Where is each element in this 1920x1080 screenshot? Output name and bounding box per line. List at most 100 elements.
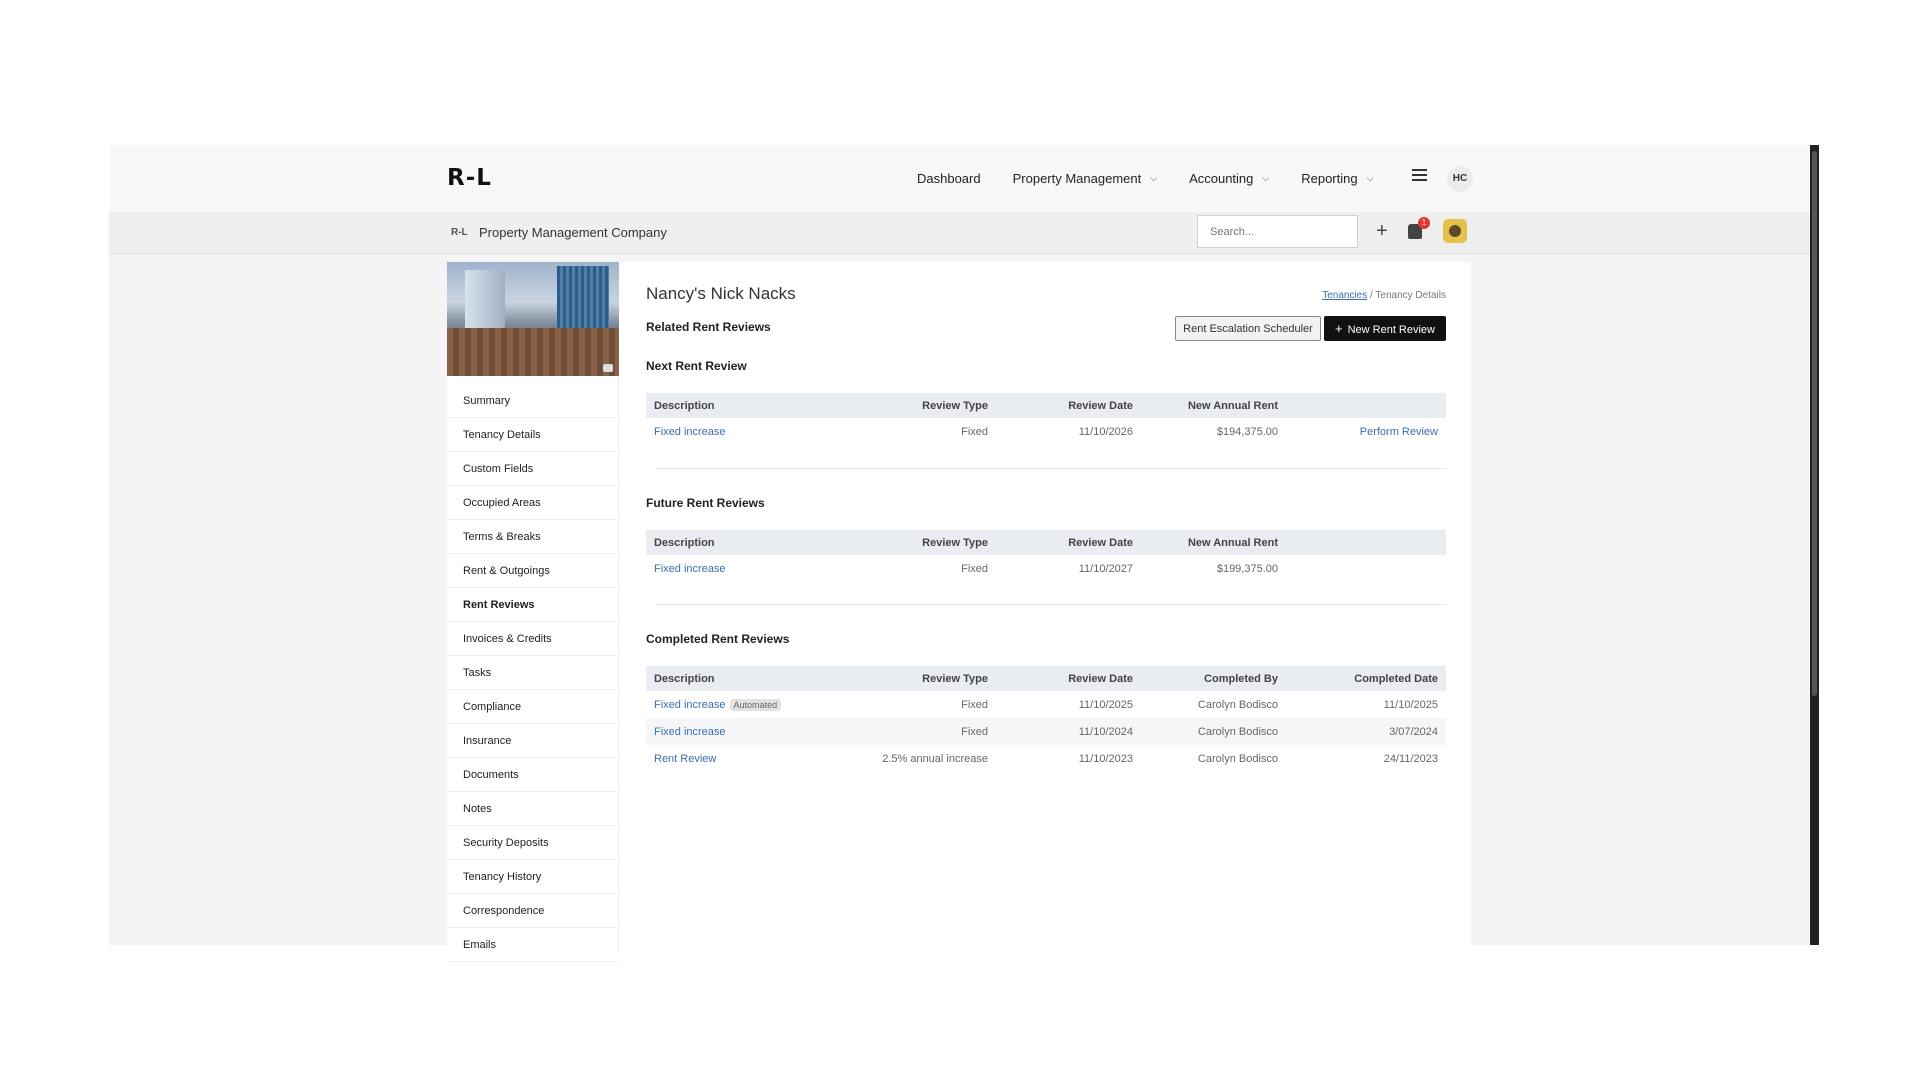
- review-description-link[interactable]: Rent Review: [654, 753, 716, 765]
- main-nav: Dashboard Property Management ⌵ Accountin…: [917, 145, 1405, 212]
- column-header: Description: [646, 530, 846, 555]
- new-annual-rent: $199,375.00: [1216, 562, 1278, 575]
- nav-property-management-label: Property Management: [1012, 171, 1142, 186]
- review-description-link[interactable]: Fixed increase: [654, 563, 726, 575]
- sidebar-item-tenancy-history[interactable]: Tenancy History: [447, 860, 618, 894]
- page-scrollbar[interactable]: [1810, 145, 1819, 945]
- sidebar-item-insurance[interactable]: Insurance: [447, 724, 618, 758]
- column-header: Review Type: [846, 393, 996, 418]
- column-header: New Annual Rent: [1141, 530, 1286, 555]
- sidebar-item-correspondence[interactable]: Correspondence: [447, 894, 618, 928]
- nav-property-management[interactable]: Property Management ⌵: [1013, 171, 1157, 186]
- breadcrumb: Tenancies / Tenancy Details: [1322, 290, 1446, 301]
- sidebar-item-documents[interactable]: Documents: [447, 758, 618, 792]
- review-description-link[interactable]: Fixed increase: [654, 699, 726, 711]
- app-logo[interactable]: R-L: [447, 165, 492, 191]
- camera-icon[interactable]: [603, 364, 613, 372]
- nav-dashboard-label: Dashboard: [917, 171, 981, 186]
- completed-by: Carolyn Bodisco: [1197, 752, 1278, 765]
- review-type: Fixed: [961, 425, 988, 438]
- nav-accounting[interactable]: Accounting ⌵: [1189, 171, 1269, 186]
- notification-count-badge: 1: [1418, 217, 1430, 229]
- review-date: 11/10/2024: [996, 718, 1141, 745]
- sidebar-item-invoices-credits[interactable]: Invoices & Credits: [447, 622, 618, 656]
- tenancy-sidebar: Summary Tenancy Details Custom Fields Oc…: [447, 262, 619, 962]
- sidebar-item-notes[interactable]: Notes: [447, 792, 618, 826]
- automated-badge: Automated: [729, 698, 782, 711]
- review-type: Fixed: [961, 698, 988, 711]
- add-icon[interactable]: +: [1376, 220, 1388, 243]
- completed-rent-reviews-table: Description Review Type Review Date Comp…: [646, 666, 1446, 772]
- review-date: 11/10/2026: [1078, 425, 1133, 438]
- future-rent-reviews-title: Future Rent Reviews: [646, 496, 765, 510]
- sidebar-item-emails[interactable]: Emails: [447, 928, 618, 962]
- company-name[interactable]: Property Management Company: [479, 225, 667, 240]
- sidebar-item-tasks[interactable]: Tasks: [447, 656, 618, 690]
- user-avatar[interactable]: [1443, 219, 1467, 243]
- column-header: [1286, 393, 1446, 418]
- sidebar-item-security-deposits[interactable]: Security Deposits: [447, 826, 618, 860]
- new-rent-review-button[interactable]: + New Rent Review: [1324, 316, 1446, 341]
- column-header: Description: [646, 666, 846, 691]
- completed-rent-reviews-title: Completed Rent Reviews: [646, 632, 790, 646]
- column-header: Review Type: [846, 530, 996, 555]
- sidebar-item-occupied-areas[interactable]: Occupied Areas: [447, 486, 618, 520]
- column-header: [1286, 530, 1446, 555]
- table-header-row: Description Review Type Review Date New …: [646, 530, 1446, 555]
- next-rent-review-title: Next Rent Review: [646, 359, 747, 373]
- rent-reviews-main: Nancy's Nick Nacks Tenancies / Tenancy D…: [646, 262, 1446, 942]
- review-type: Fixed: [961, 562, 988, 575]
- chevron-down-icon: ⌵: [1262, 173, 1270, 183]
- review-type: Fixed: [846, 718, 996, 745]
- chevron-down-icon: ⌵: [1150, 173, 1158, 183]
- table-header-row: Description Review Type Review Date New …: [646, 393, 1446, 418]
- sidebar-item-rent-outgoings[interactable]: Rent & Outgoings: [447, 554, 618, 588]
- column-header: Review Date: [996, 393, 1141, 418]
- new-rent-review-label: New Rent Review: [1347, 324, 1435, 336]
- sidebar-menu: Summary Tenancy Details Custom Fields Oc…: [447, 384, 618, 962]
- review-date: 11/10/2025: [1078, 698, 1133, 711]
- column-header: New Annual Rent: [1141, 393, 1286, 418]
- sidebar-item-compliance[interactable]: Compliance: [447, 690, 618, 724]
- sidebar-item-summary[interactable]: Summary: [447, 384, 618, 418]
- sidebar-item-terms-breaks[interactable]: Terms & Breaks: [447, 520, 618, 554]
- column-header: Review Date: [996, 530, 1141, 555]
- nav-dashboard[interactable]: Dashboard: [917, 171, 981, 186]
- sub-header: R-L Property Management Company + 1: [109, 212, 1819, 254]
- completed-date: 24/11/2023: [1383, 752, 1438, 765]
- top-navigation: R-L Dashboard Property Management ⌵ Accou…: [109, 145, 1819, 212]
- chevron-down-icon: ⌵: [1366, 173, 1374, 183]
- review-description-link[interactable]: Fixed increase: [654, 726, 726, 738]
- page-title: Nancy's Nick Nacks: [646, 284, 796, 303]
- completed-by: Carolyn Bodisco: [1141, 718, 1286, 745]
- table-row: Rent Review 2.5% annual increase 11/10/2…: [646, 745, 1446, 772]
- completed-date: 11/10/2025: [1383, 698, 1438, 711]
- review-date: 11/10/2023: [1078, 752, 1133, 765]
- nav-reporting[interactable]: Reporting ⌵: [1301, 171, 1373, 186]
- table-row: Fixed increase Automated Fixed 11/10/2025…: [646, 691, 1446, 718]
- rent-escalation-scheduler-button[interactable]: Rent Escalation Scheduler: [1175, 316, 1321, 341]
- table-row: Fixed increase Fixed 11/10/2026 $194,375…: [646, 418, 1446, 445]
- column-header: Review Date: [996, 666, 1141, 691]
- divider: [656, 604, 1446, 605]
- column-header: Review Type: [846, 666, 996, 691]
- review-description-link[interactable]: Fixed increase: [654, 426, 726, 438]
- future-rent-reviews-table: Description Review Type Review Date New …: [646, 530, 1446, 582]
- user-initials-avatar[interactable]: HC: [1447, 166, 1473, 192]
- hamburger-menu-icon[interactable]: [1412, 169, 1427, 181]
- search-input[interactable]: [1197, 215, 1358, 248]
- breadcrumb-tenancies-link[interactable]: Tenancies: [1322, 290, 1367, 301]
- column-header: Completed By: [1141, 666, 1286, 691]
- property-photo: [447, 262, 619, 376]
- sidebar-item-rent-reviews[interactable]: Rent Reviews: [447, 588, 618, 622]
- perform-review-link[interactable]: Perform Review: [1360, 426, 1438, 438]
- nav-accounting-label: Accounting: [1189, 171, 1254, 186]
- scrollbar-thumb[interactable]: [1812, 151, 1817, 696]
- review-type: 2.5% annual increase: [882, 752, 988, 765]
- completed-by: Carolyn Bodisco: [1197, 698, 1278, 711]
- nav-reporting-label: Reporting: [1301, 171, 1358, 186]
- sidebar-item-custom-fields[interactable]: Custom Fields: [447, 452, 618, 486]
- table-row: Fixed increase Fixed 11/10/2024 Carolyn …: [646, 718, 1446, 745]
- related-rent-reviews-title: Related Rent Reviews: [646, 320, 771, 334]
- sidebar-item-tenancy-details[interactable]: Tenancy Details: [447, 418, 618, 452]
